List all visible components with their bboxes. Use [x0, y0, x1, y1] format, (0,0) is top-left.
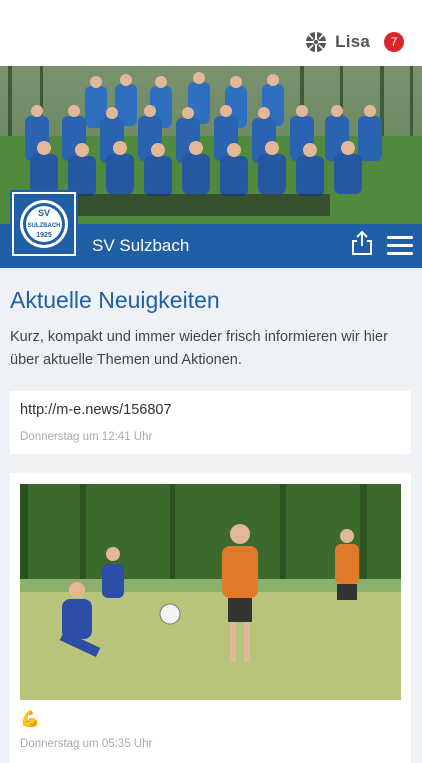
- flexed-biceps-emoji: 💪: [20, 711, 40, 728]
- hamburger-menu-icon[interactable]: [387, 236, 413, 256]
- user-name: Lisa: [335, 32, 370, 51]
- section-intro: Kurz, kompakt und immer wieder frisch in…: [10, 329, 388, 368]
- share-icon[interactable]: [351, 230, 373, 256]
- top-bar: Lisa 7: [0, 0, 422, 66]
- news-card[interactable]: 💪 Donnerstag um 05:35 Uhr: [10, 473, 411, 763]
- crest-text-middle: SULZBACH: [28, 223, 61, 229]
- news-timestamp: Donnerstag um 12:41 Uhr: [20, 431, 153, 443]
- news-link[interactable]: http://m-e.news/156807: [20, 402, 172, 418]
- news-timestamp: Donnerstag um 05:35 Uhr: [20, 738, 153, 750]
- notification-badge[interactable]: 7: [384, 32, 404, 52]
- crest-year: 1925: [36, 232, 52, 239]
- club-name: SV Sulzbach: [92, 236, 190, 255]
- club-crest-logo: SV SULZBACH 1925: [10, 190, 78, 258]
- section-title: Aktuelle Neuigkeiten: [10, 287, 220, 313]
- match-photo[interactable]: [20, 484, 401, 700]
- news-card[interactable]: http://m-e.news/156807 Donnerstag um 12:…: [10, 391, 411, 454]
- user-menu[interactable]: Lisa 7: [305, 31, 404, 53]
- crest-text-top: SV: [38, 208, 50, 218]
- football-icon: [306, 32, 327, 52]
